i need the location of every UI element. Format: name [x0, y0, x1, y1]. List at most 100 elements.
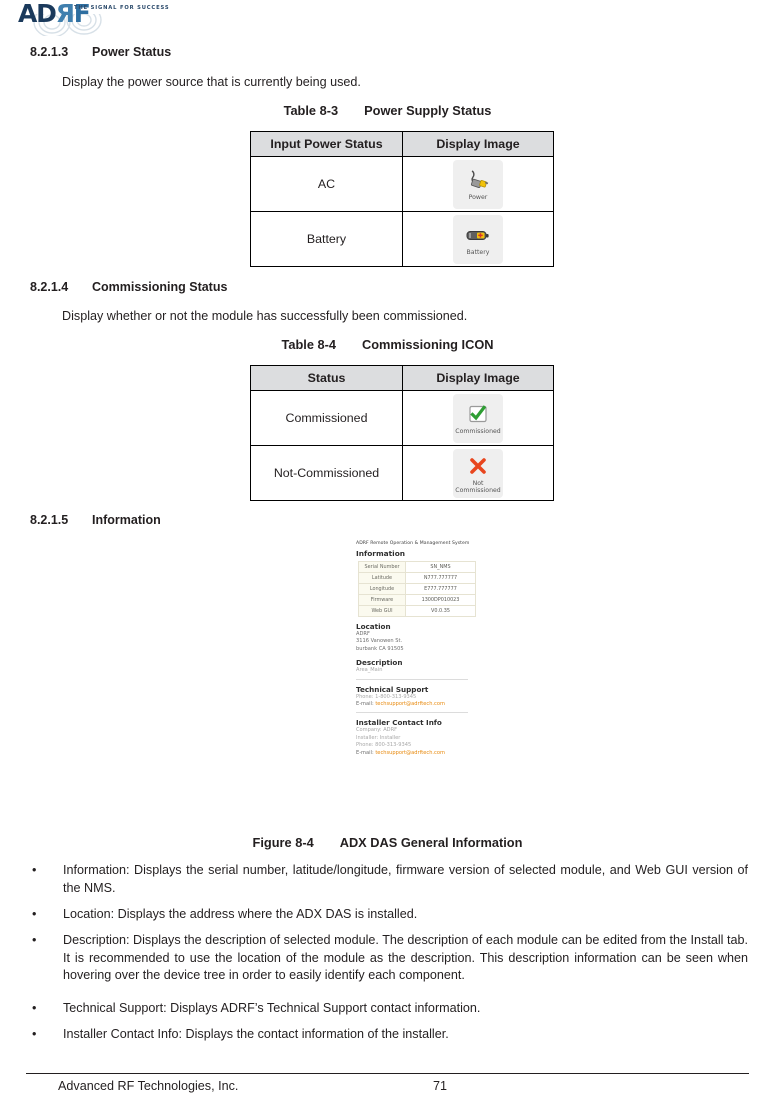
- heading-title: Information: [92, 513, 161, 527]
- screenshot-location-heading: Location: [356, 622, 391, 631]
- tech-support-email-label: E-mail:: [356, 701, 374, 708]
- green-check-icon-tile: Commissioned: [453, 393, 503, 443]
- green-check-icon: [468, 401, 488, 427]
- installer-company: Company: ADRF: [356, 727, 398, 734]
- not-commissioned-tile-label: Not Commissioned: [455, 479, 501, 494]
- caption-number: Table 8-3: [283, 103, 339, 118]
- list-item: • Description: Displays the description …: [32, 932, 748, 985]
- info-value-web-gui: V0.0.35: [405, 605, 476, 617]
- screenshot-description-value: Area_Main: [356, 667, 383, 674]
- battery-icon: [465, 222, 491, 248]
- installer-phone: Phone: 800-313-9345: [356, 742, 412, 749]
- info-row: Firmware 1300DP010023: [358, 594, 476, 606]
- power-plug-icon: [465, 167, 491, 193]
- table-power-supply-status: Input Power Status Display Image AC Powe…: [250, 131, 554, 267]
- location-line-city: burbank CA 91505: [356, 645, 404, 652]
- commissioned-tile-label: Commissioned: [455, 428, 501, 435]
- info-row: Web GUI V0.0.35: [358, 605, 476, 617]
- info-key-longitude: Longitude: [358, 583, 406, 595]
- logo-text-ad: AD: [18, 0, 57, 28]
- battery-tile-label: Battery: [466, 249, 490, 256]
- paragraph-power-status: Display the power source that is current…: [62, 75, 361, 89]
- info-key-latitude: Latitude: [358, 572, 406, 584]
- screenshot-app-title: ADRF Remote Operation & Management Syste…: [356, 541, 470, 546]
- red-x-icon-tile: Not Commissioned: [453, 448, 503, 498]
- screenshot-description-heading: Description: [356, 658, 403, 668]
- cell-status-not-commissioned: Not-Commissioned: [250, 445, 403, 501]
- col-header-display-image: Display Image: [402, 131, 554, 157]
- paragraph-commissioning-status: Display whether or not the module has su…: [62, 309, 468, 323]
- caption-title: Power Supply Status: [364, 103, 492, 118]
- heading-number: 8.2.1.5: [30, 513, 69, 527]
- installer-name: Installer: Installer: [356, 734, 401, 741]
- cell-power-image-battery: Battery: [402, 211, 554, 267]
- cell-power-status-ac: AC: [250, 156, 403, 212]
- caption-number: Table 8-4: [281, 337, 336, 352]
- installer-email-label: E-mail:: [356, 749, 374, 756]
- info-key-firmware: Firmware: [358, 594, 406, 606]
- heading-title: Power Status: [92, 45, 172, 59]
- bullet-text-information: Information: Displays the serial number,…: [63, 863, 748, 895]
- screenshot-information-heading: Information: [356, 549, 406, 558]
- battery-icon-tile: Battery: [453, 214, 503, 264]
- heading-power-status: 8.2.1.3 Power Status: [30, 45, 171, 59]
- bullet-marker: •: [32, 1001, 37, 1015]
- installer-heading: Installer Contact Info: [356, 718, 442, 728]
- power-tile-label: Power: [468, 194, 488, 201]
- power-plug-icon-tile: Power: [453, 159, 503, 209]
- heading-title: Commissioning Status: [92, 280, 228, 294]
- cell-image-not-commissioned: Not Commissioned: [402, 445, 554, 501]
- info-key-web-gui: Web GUI: [358, 605, 406, 617]
- cell-image-commissioned: Commissioned: [402, 390, 554, 446]
- info-row: Longitude E777.777777: [358, 583, 476, 595]
- location-line-company: ADRF: [356, 631, 370, 637]
- caption-number: Figure 8-4: [252, 835, 314, 850]
- caption-figure-8-4: Figure 8-4 ADX DAS General Information: [0, 835, 775, 850]
- table-header-row: Status Display Image: [250, 365, 554, 391]
- table-header-row: Input Power Status Display Image: [250, 131, 554, 157]
- info-key-serial-number: Serial Number: [358, 561, 406, 573]
- bullet-marker: •: [32, 933, 37, 947]
- info-value-firmware: 1300DP010023: [405, 594, 476, 606]
- info-row: Serial Number SN_NMS: [358, 561, 476, 573]
- info-row: Latitude N777.777777: [358, 572, 476, 584]
- col-header-input-power-status: Input Power Status: [250, 131, 403, 157]
- screenshot-technical-support-block: Technical Support Phone: 1-800-313-9345 …: [356, 685, 488, 709]
- installer-email-link[interactable]: techsupport@adrftech.com: [375, 750, 445, 756]
- caption-title: ADX DAS General Information: [339, 835, 523, 850]
- heading-information: 8.2.1.5 Information: [30, 513, 161, 527]
- list-item: • Technical Support: Displays ADRF’s Tec…: [32, 1000, 748, 1018]
- bullet-text-technical-support: Technical Support: Displays ADRF’s Techn…: [63, 1001, 481, 1015]
- heading-commissioning-status: 8.2.1.4 Commissioning Status: [30, 280, 227, 294]
- info-value-latitude: N777.777777: [405, 572, 476, 584]
- list-item: • Information: Displays the serial numbe…: [32, 862, 748, 897]
- bullet-text-description: Description: Displays the description of…: [63, 933, 748, 982]
- table-row: AC Power: [250, 156, 554, 212]
- footer-page-number: 71: [432, 1079, 447, 1093]
- tech-support-email-link[interactable]: techsupport@adrftech.com: [375, 701, 445, 707]
- bullet-marker: •: [32, 907, 37, 921]
- logo-tagline: THE SIGNAL FOR SUCCESS: [74, 5, 170, 11]
- bullet-marker: •: [32, 1027, 37, 1041]
- installer-email-row: E-mail: techsupport@adrftech.com: [356, 750, 488, 757]
- heading-number: 8.2.1.4: [30, 280, 69, 294]
- table-row: Battery Battery: [250, 211, 554, 267]
- info-value-serial-number: SN_NMS: [405, 561, 476, 573]
- col-header-status: Status: [250, 365, 403, 391]
- info-value-longitude: E777.777777: [405, 583, 476, 595]
- cell-status-commissioned: Commissioned: [250, 390, 403, 446]
- list-item: • Location: Displays the address where t…: [32, 906, 748, 924]
- adrf-logo: ADЯF THE SIGNAL FOR SUCCESS: [18, 0, 188, 36]
- screenshot-location-block: Location ADRF 3116 Vanowen St. burbank C…: [356, 622, 488, 675]
- screenshot-installer-contact-block: Installer Contact Info Company: ADRF Ins…: [356, 718, 488, 757]
- divider: [356, 712, 468, 714]
- heading-number: 8.2.1.3: [30, 45, 69, 59]
- logo-text-r: Я: [55, 0, 75, 28]
- table-row: Commissioned Commissioned: [250, 390, 554, 446]
- figure-adx-das-general-information: ADRF Remote Operation & Management Syste…: [352, 538, 488, 823]
- cell-power-image-ac: Power: [402, 156, 554, 212]
- table-commissioning-icon: Status Display Image Commissioned Commis…: [250, 365, 554, 501]
- table-row: Not-Commissioned Not Commissioned: [250, 445, 554, 501]
- caption-table-8-4: Table 8-4 Commissioning ICON: [0, 337, 775, 352]
- caption-table-8-3: Table 8-3 Power Supply Status: [0, 103, 775, 118]
